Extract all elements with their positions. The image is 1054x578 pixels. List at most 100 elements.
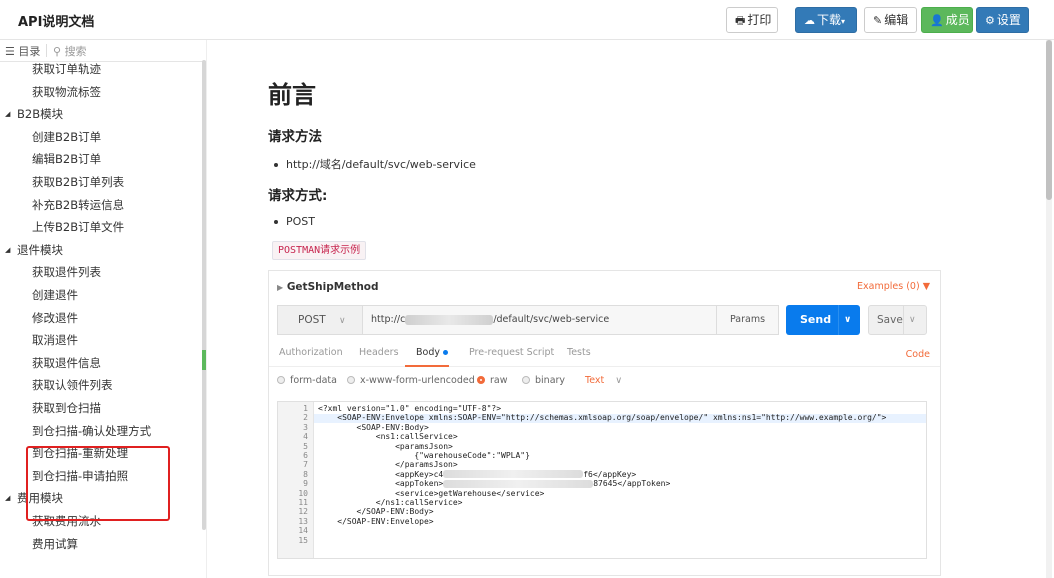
radio-binary[interactable]: binary [522, 375, 565, 386]
tab-tests[interactable]: Tests [567, 347, 591, 358]
code-text: <SOAP-ENV:Envelope xmlns:SOAP-ENV="http:… [318, 413, 887, 423]
sidebar-item[interactable]: 获取到仓扫描 [32, 399, 101, 417]
sidebar-item[interactable]: 修改退件 [32, 309, 78, 327]
line-number: 14 [298, 526, 308, 536]
line-number: 1 [303, 404, 308, 413]
sidebar-item[interactable]: 获取认领件列表 [32, 376, 113, 394]
list-item-method: POST [274, 215, 315, 228]
sidebar-group[interactable]: ◢ 退件模块 [5, 241, 63, 259]
tab-pre-request-script[interactable]: Pre-request Script [469, 347, 554, 358]
page-title: 前言 [268, 81, 316, 109]
top-header: API说明文档 🖶 打印 ☁ 下载▾ ✎ 编辑 👤 成员 ⚙ 设置 [0, 0, 1054, 40]
send-split [838, 305, 839, 335]
tab-authorization[interactable]: Authorization [279, 347, 343, 358]
chevron-down-icon[interactable]: ∨ [909, 306, 916, 334]
main-scrollbar[interactable] [1046, 40, 1052, 578]
sidebar-item-label: 获取物流标签 [32, 84, 101, 99]
code-line: <appToken> 87645</appToken> [318, 479, 670, 488]
sidebar-item[interactable]: 上传B2B订单文件 [32, 218, 124, 236]
download-button[interactable]: ☁ 下载▾ [795, 7, 857, 33]
redacted-value [443, 470, 584, 479]
sidebar-item[interactable]: 获取退件列表 [32, 263, 101, 281]
radio-label: binary [535, 375, 566, 386]
caret-expanded-icon[interactable]: ◢ [5, 105, 10, 123]
sidebar-item[interactable]: 取消退件 [32, 331, 78, 349]
settings-button[interactable]: ⚙ 设置 [976, 7, 1029, 33]
line-number: 15 [298, 535, 308, 545]
sidebar-item[interactable]: 获取订单轨迹 [32, 60, 101, 78]
printer-icon: 🖶 [735, 14, 746, 27]
chevron-down-icon: ∨ [615, 375, 623, 386]
print-button[interactable]: 🖶 打印 [726, 7, 778, 33]
method-select[interactable]: POST ∨ [277, 305, 363, 335]
sidebar-item[interactable]: 费用试算 [32, 535, 78, 553]
line-number: 7 [303, 460, 308, 470]
sidebar-item[interactable]: 补充B2B转运信息 [32, 196, 124, 214]
code-text: <appToken> [318, 479, 444, 489]
sidebar-scrollbar[interactable] [202, 60, 206, 530]
url-input[interactable]: http://c/default/svc/web-service [363, 305, 717, 335]
code-link[interactable]: Code [906, 349, 930, 360]
edit-label: 编辑 [884, 13, 909, 27]
send-label: Send [800, 313, 832, 326]
caret-expanded-icon[interactable]: ◢ [5, 241, 10, 259]
redacted-value [443, 479, 594, 488]
url-prefix: http://c [371, 314, 406, 325]
indicator-dot [442, 350, 448, 355]
sidebar-item-label: 获取退件列表 [32, 265, 101, 280]
tab-search[interactable]: ⚲ 搜索 [53, 43, 87, 59]
tab-toc[interactable]: ☰ 目录 [5, 43, 40, 59]
caret-down-icon: ▾ [841, 17, 846, 26]
sidebar-item-label: 获取到仓扫描 [32, 401, 101, 415]
line-number: 8 [303, 469, 308, 479]
radio-circle [477, 376, 485, 384]
send-button[interactable]: Send ∨ [786, 305, 860, 335]
sidebar-item[interactable]: 获取退件信息 [32, 354, 101, 372]
collapse-sidebar-button[interactable]: ‹ [202, 350, 206, 370]
line-number: 9 [303, 479, 308, 489]
radio-raw[interactable]: raw [477, 375, 508, 386]
save-button[interactable]: Save ∨ [868, 305, 927, 335]
redacted-host [405, 314, 494, 325]
highlight-box [26, 446, 170, 521]
chevron-down-icon[interactable]: ∨ [844, 305, 851, 335]
code-line: <service>getWarehouse</service> [318, 489, 544, 498]
sidebar-item-label: 到仓扫描-确认处理方式 [32, 423, 152, 438]
tab-headers[interactable]: Headers [359, 347, 399, 358]
radio-form-data[interactable]: form-data [277, 375, 337, 386]
request-title[interactable]: ▶ GetShipMethod [277, 281, 379, 293]
sidebar-item-label: 编辑B2B订单 [32, 152, 102, 167]
tab-body[interactable]: Body [416, 347, 448, 358]
edit-button[interactable]: ✎ 编辑 [864, 7, 917, 33]
sidebar-group[interactable]: ◢ B2B模块 [5, 105, 63, 123]
active-tab-underline [405, 365, 449, 367]
sidebar-item[interactable]: 创建退件 [32, 286, 78, 304]
list-item-endpoint: http://域名/default/svc/web-service [274, 156, 476, 172]
sidebar-item[interactable]: 编辑B2B订单 [32, 150, 101, 168]
caret-right-icon: ▶ [277, 283, 284, 292]
code-editor[interactable]: 1 2 3 4 5 6 7 8 9 10 11 12 13 14 15 <?xml version="1.0… [277, 401, 927, 559]
examples-dropdown[interactable]: Examples (0) ▼ [857, 281, 930, 292]
sidebar-item[interactable]: 获取物流标签 [32, 83, 101, 101]
caret-expanded-icon[interactable]: ◢ [5, 489, 10, 507]
text-type-label: Text [585, 375, 605, 386]
params-button[interactable]: Params [717, 305, 779, 335]
sidebar-item[interactable]: 创建B2B订单 [32, 128, 101, 146]
url-suffix: /default/svc/web-service [493, 314, 610, 325]
radio-circle [522, 376, 530, 384]
line-number: 10 [298, 488, 308, 498]
text-type-dropdown[interactable]: Text ∨ [585, 375, 622, 386]
code-line: </SOAP-ENV:Envelope> [318, 517, 433, 526]
main-scrollbar-thumb[interactable] [1046, 40, 1052, 200]
radio-label: x-www-form-urlencoded [360, 375, 475, 386]
code-text: 87645</appToken> [593, 479, 671, 489]
code-text: <appKey>c4 [318, 469, 444, 479]
body-type-radios: form-data x-www-form-urlencoded raw bina… [277, 375, 937, 391]
sidebar-item[interactable]: 获取B2B订单列表 [32, 173, 124, 191]
radio-urlencoded[interactable]: x-www-form-urlencoded [347, 375, 475, 386]
member-button[interactable]: 👤 成员 [921, 7, 973, 33]
code-line: </SOAP-ENV:Body> [318, 507, 434, 516]
code-line: <SOAP-ENV:Body> [318, 423, 429, 432]
print-label: 打印 [747, 13, 772, 27]
sidebar-item[interactable]: 到仓扫描-确认处理方式 [32, 422, 151, 440]
